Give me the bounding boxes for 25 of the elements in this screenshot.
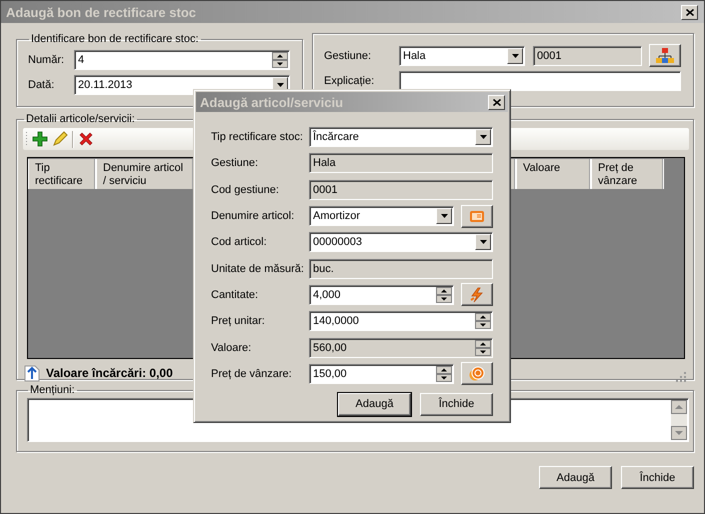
field-label: Gestiune: (324, 50, 372, 62)
group-label: Detalii articole/servicii: (25, 113, 136, 125)
readonly-field: Hala (309, 153, 493, 174)
dialog-title: Adaugă articol/serviciu (200, 94, 344, 110)
readonly-field: 0001 (309, 180, 493, 200)
readonly-field: buc. (309, 258, 493, 279)
field-label: Număr: (28, 54, 66, 66)
field-label: Preț unitar: (211, 315, 266, 328)
field-label: Cod articol: (211, 236, 268, 248)
readonly-field: 560,00 (309, 338, 493, 358)
field-label: Cod gestiune: (211, 184, 280, 196)
field-label: Cantitate: (211, 288, 260, 301)
field-label: Explicație: (324, 74, 376, 86)
field-label: Tip rectificare stoc: (211, 131, 304, 144)
field-label: Dată: (28, 78, 56, 90)
group-label: Mențiuni: (29, 384, 76, 396)
field-label: Gestiune: (211, 157, 260, 170)
group-label: Identificare bon de rectificare stoc: (30, 33, 200, 45)
total-label: Valoare încărcări: 0,00 (46, 366, 173, 380)
field-label: Preț de vânzare: (211, 368, 293, 380)
field-label: Unitate de măsură: (211, 262, 305, 275)
field-label: Valoare: (211, 342, 252, 354)
field-label: Denumire articol: (211, 210, 296, 222)
readonly-field: 0001 (533, 46, 642, 66)
window-title: Adaugă bon de rectificare stoc (6, 4, 196, 20)
